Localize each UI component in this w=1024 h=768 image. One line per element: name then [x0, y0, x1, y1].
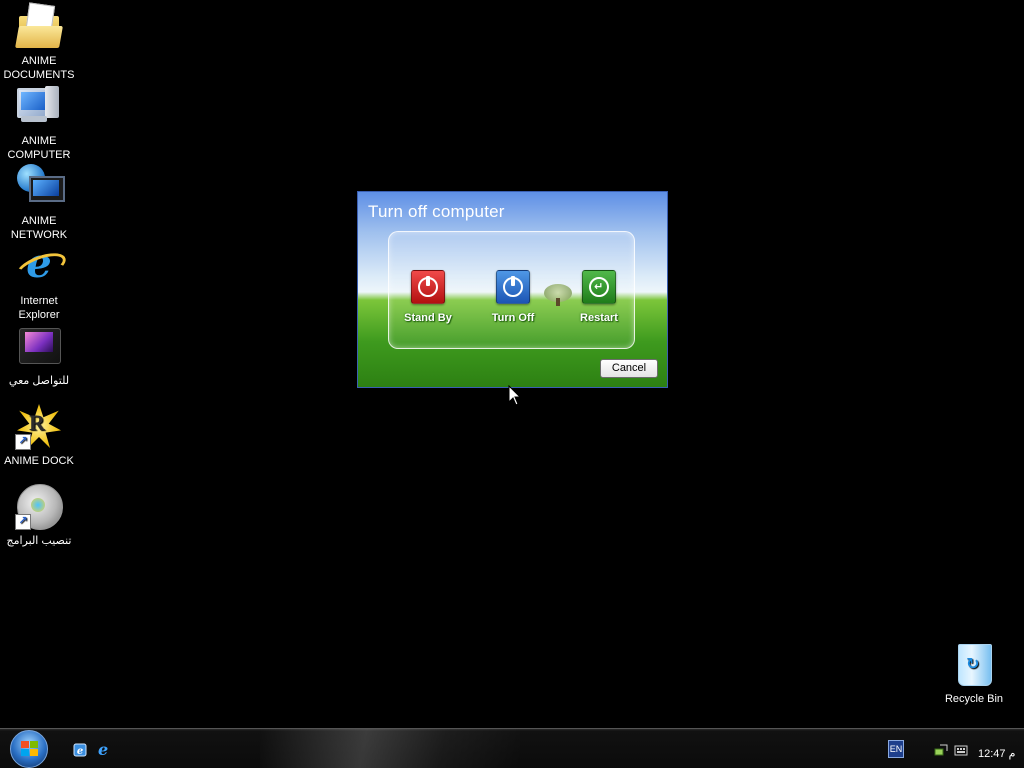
desktop-icon-installer[interactable]: ↗ تنصيب البرامج [1, 482, 77, 548]
network-icon[interactable] [934, 743, 948, 757]
recycle-bin-icon: ↻ [950, 640, 998, 688]
shortcut-arrow-icon: ↗ [15, 514, 31, 530]
internet-explorer-icon[interactable]: e [98, 741, 116, 759]
desktop-icon-internet-explorer[interactable]: e Internet Explorer [1, 242, 77, 322]
network-icon [15, 162, 65, 210]
desktop-icon-label: ANIME COMPUTER [7, 135, 71, 161]
desktop-icon-recycle-bin[interactable]: ↻ Recycle Bin [936, 640, 1012, 706]
mouse-cursor-icon [508, 384, 522, 407]
language-indicator[interactable]: EN [888, 740, 904, 758]
desktop-icon-label: تنصيب البرامج [6, 535, 72, 547]
computer-icon [15, 82, 63, 130]
options-panel: Stand By Turn Off ↵ Restart [388, 231, 635, 349]
folder-icon [15, 322, 63, 370]
tree-decoration-icon [540, 278, 576, 308]
desktop-icon-label: ANIME NETWORK [10, 215, 68, 241]
cancel-button[interactable]: Cancel [600, 359, 658, 378]
turn-off-button[interactable] [496, 270, 530, 304]
restart-button[interactable]: ↵ [582, 270, 616, 304]
installer-icon: ↗ [15, 482, 63, 530]
power-icon [503, 276, 523, 297]
stand-by-label: Stand By [404, 312, 452, 324]
explorer-icon[interactable]: e [72, 741, 90, 759]
desktop-icon-label: Recycle Bin [944, 693, 1004, 705]
desktop-icon-label: Internet Explorer [18, 295, 60, 321]
desktop-icon-anime-dock[interactable]: R ↗ ANIME DOCK [1, 402, 77, 468]
folder-icon [15, 2, 63, 50]
desktop-icon-anime-documents[interactable]: ANIME DOCUMENTS [1, 2, 77, 82]
desktop-icon-label: ANIME DOCK [4, 455, 74, 467]
taskbar: e e EN 12:47 م [0, 728, 1024, 768]
desktop-icon-label: للتواصل معي [8, 375, 70, 387]
dock-icon: R ↗ [15, 402, 63, 450]
turn-off-dialog: Turn off computer Stand By Turn Off ↵ Re… [357, 191, 668, 388]
shortcut-arrow-icon: ↗ [15, 434, 31, 450]
desktop: ANIME DOCUMENTS ANIME COMPUTER ANIME NET… [0, 0, 1024, 728]
power-icon [418, 276, 438, 297]
turn-off-option[interactable]: Turn Off [478, 270, 548, 324]
desktop-icon-contact-folder[interactable]: للتواصل معي [1, 322, 77, 388]
keyboard-icon[interactable] [954, 743, 968, 757]
svg-text:e: e [77, 746, 83, 757]
internet-explorer-icon: e [12, 242, 70, 290]
windows-start-icon[interactable] [10, 730, 48, 768]
desktop-icon-anime-network[interactable]: ANIME NETWORK [1, 162, 77, 242]
desktop-icon-anime-computer[interactable]: ANIME COMPUTER [1, 82, 77, 162]
stand-by-option[interactable]: Stand By [393, 270, 463, 324]
turn-off-label: Turn Off [491, 312, 535, 324]
clock[interactable]: 12:47 م [978, 747, 1015, 760]
desktop-icon-label: ANIME DOCUMENTS [3, 55, 75, 81]
restart-label: Restart [580, 312, 618, 324]
dialog-title: Turn off computer [368, 202, 505, 221]
stand-by-button[interactable] [411, 270, 445, 304]
restart-icon: ↵ [589, 277, 609, 297]
